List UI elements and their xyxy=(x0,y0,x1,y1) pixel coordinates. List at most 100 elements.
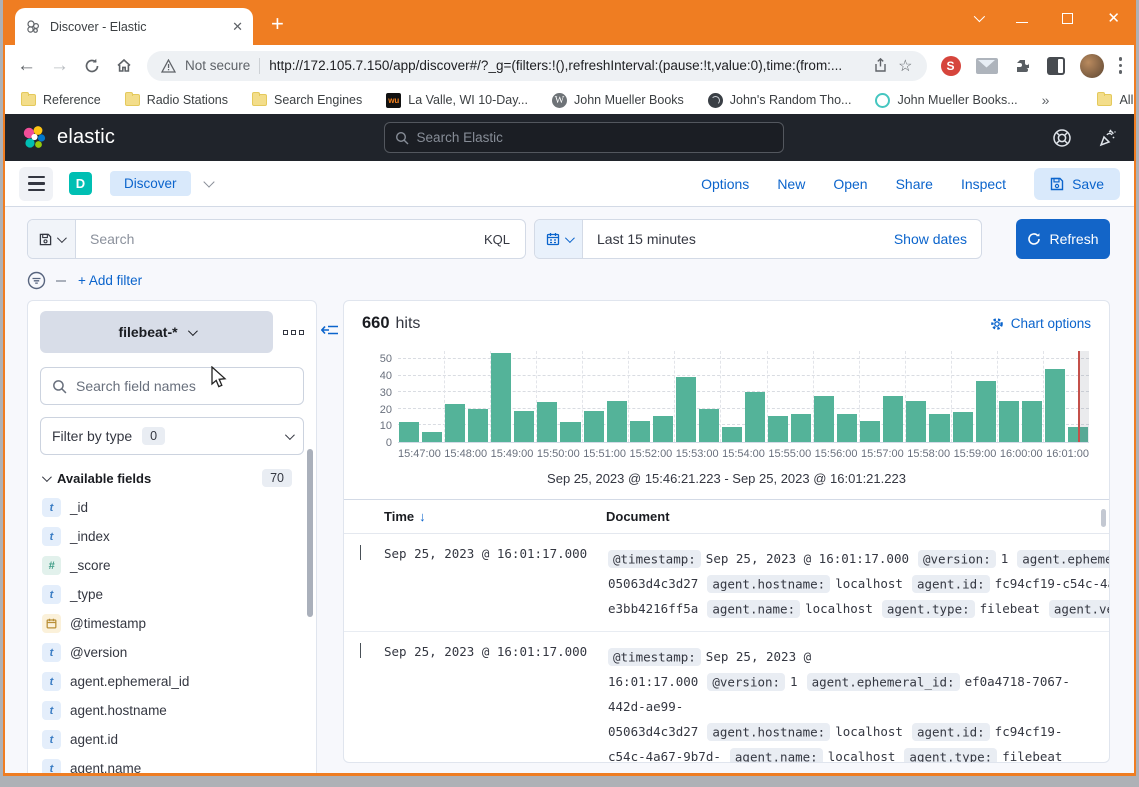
histogram-bar[interactable] xyxy=(999,401,1019,442)
histogram-bar[interactable] xyxy=(906,401,926,442)
field-name-pill[interactable]: agent.hostname: xyxy=(707,575,830,593)
histogram-bar[interactable] xyxy=(791,414,811,442)
query-language-button[interactable]: KQL xyxy=(469,232,525,247)
field-name-pill[interactable]: agent.hostname: xyxy=(707,723,830,741)
forward-button[interactable]: → xyxy=(50,56,69,75)
reload-button[interactable] xyxy=(83,57,101,75)
field-name-pill[interactable]: @version: xyxy=(707,673,785,691)
histogram-bar[interactable] xyxy=(1045,369,1065,442)
field-name-pill[interactable]: agent.id: xyxy=(912,575,990,593)
extension-mail-icon[interactable] xyxy=(976,58,998,74)
field-list-item[interactable]: t@version xyxy=(40,638,304,667)
bookmark-item[interactable]: Radio Stations xyxy=(125,93,228,107)
histogram-bar[interactable] xyxy=(537,402,557,442)
histogram-bar[interactable] xyxy=(768,416,788,442)
field-name-pill[interactable]: @timestamp: xyxy=(608,648,701,666)
available-fields-header[interactable]: Available fields 70 xyxy=(40,455,304,493)
field-name-pill[interactable]: @timestamp: xyxy=(608,550,701,568)
breadcrumb-chevron-icon[interactable] xyxy=(203,176,214,187)
histogram-chart[interactable]: 01020304050 xyxy=(360,351,1091,443)
filter-menu-icon[interactable] xyxy=(27,271,46,290)
histogram-bar[interactable] xyxy=(929,414,949,442)
window-menu-chevron-icon[interactable] xyxy=(974,11,985,22)
search-input[interactable]: Search xyxy=(76,231,469,247)
home-button[interactable] xyxy=(115,57,133,75)
show-dates-button[interactable]: Show dates xyxy=(880,231,981,247)
field-list-item[interactable]: tagent.id xyxy=(40,725,304,754)
histogram-bar[interactable] xyxy=(722,427,742,442)
share-link[interactable]: Share xyxy=(896,176,933,192)
options-link[interactable]: Options xyxy=(701,176,749,192)
time-column-header[interactable]: Time xyxy=(384,509,414,524)
bookmark-item[interactable]: John's Random Tho... xyxy=(708,93,852,108)
extensions-puzzle-icon[interactable] xyxy=(1013,56,1032,75)
histogram-bar[interactable] xyxy=(560,422,580,442)
field-list-item[interactable]: tagent.name xyxy=(40,754,304,773)
histogram-bar[interactable] xyxy=(1022,401,1042,442)
histogram-bar[interactable] xyxy=(445,404,465,442)
new-link[interactable]: New xyxy=(777,176,805,192)
menu-hamburger-icon[interactable] xyxy=(19,167,53,201)
field-list-item[interactable]: tagent.hostname xyxy=(40,696,304,725)
field-list-item[interactable]: t_type xyxy=(40,580,304,609)
minimize-button[interactable] xyxy=(1016,22,1028,23)
field-list-item[interactable]: t_index xyxy=(40,522,304,551)
saved-query-menu-button[interactable] xyxy=(28,220,76,258)
field-name-pill[interactable]: agent.name: xyxy=(730,748,823,763)
field-name-pill[interactable]: agent.id: xyxy=(912,723,990,741)
url-bar[interactable]: Not secure http://172.105.7.150/app/disc… xyxy=(147,51,927,81)
bookmark-item[interactable]: WJohn Mueller Books xyxy=(552,93,684,108)
bookmark-star-icon[interactable]: ☆ xyxy=(898,56,912,76)
histogram-bar[interactable] xyxy=(584,411,604,442)
date-quick-menu-button[interactable] xyxy=(535,220,583,258)
tab-close-icon[interactable]: ✕ xyxy=(232,19,243,35)
histogram-bar[interactable] xyxy=(422,432,442,442)
histogram-bar[interactable] xyxy=(399,422,419,442)
field-name-pill[interactable]: agent.name: xyxy=(707,600,800,618)
breadcrumb[interactable]: Discover xyxy=(110,171,191,196)
field-list-item[interactable]: #_score xyxy=(40,551,304,580)
browser-tab[interactable]: Discover - Elastic ✕ xyxy=(15,8,253,45)
histogram-bar[interactable] xyxy=(976,381,996,442)
profile-avatar[interactable] xyxy=(1080,54,1104,78)
side-panel-icon[interactable] xyxy=(1047,57,1065,75)
filter-by-type-select[interactable]: Filter by type 0 xyxy=(40,417,304,455)
histogram-bar[interactable] xyxy=(630,421,650,443)
field-list-item[interactable]: tagent.ephemeral_id xyxy=(40,667,304,696)
add-filter-button[interactable]: + Add filter xyxy=(78,273,142,288)
collapse-sidebar-icon[interactable] xyxy=(321,323,339,337)
histogram-bar[interactable] xyxy=(699,409,719,442)
browser-menu-icon[interactable] xyxy=(1119,57,1123,74)
open-link[interactable]: Open xyxy=(833,176,867,192)
histogram-bar[interactable] xyxy=(607,401,627,442)
save-button[interactable]: Save xyxy=(1034,168,1120,200)
histogram-bar[interactable] xyxy=(676,377,696,442)
histogram-bar[interactable] xyxy=(745,392,765,442)
sort-descending-icon[interactable]: ↓ xyxy=(419,509,426,524)
field-options-icon[interactable] xyxy=(283,330,304,335)
index-pattern-select[interactable]: filebeat-* xyxy=(40,311,273,353)
sidebar-scrollbar[interactable] xyxy=(307,449,313,617)
time-range-value[interactable]: Last 15 minutes xyxy=(583,231,880,247)
bookmarks-overflow-chevron[interactable]: » xyxy=(1042,92,1050,108)
inspect-link[interactable]: Inspect xyxy=(961,176,1006,192)
field-name-pill[interactable]: agent.version: xyxy=(1049,600,1109,618)
field-search-input[interactable]: Search field names xyxy=(40,367,304,405)
document-column-header[interactable]: Document xyxy=(606,509,670,524)
elastic-logo[interactable]: elastic xyxy=(21,124,115,151)
expand-row-icon[interactable] xyxy=(360,644,376,762)
extension-s-icon[interactable]: S xyxy=(941,56,961,76)
chart-options-button[interactable]: Chart options xyxy=(990,316,1091,331)
field-name-pill[interactable]: agent.ephemeral_id: xyxy=(1017,550,1109,568)
share-icon[interactable] xyxy=(872,57,889,74)
field-name-pill[interactable]: agent.type: xyxy=(882,600,975,618)
elastic-search-input[interactable]: Search Elastic xyxy=(384,122,784,153)
maximize-button[interactable] xyxy=(1062,13,1073,24)
help-icon[interactable] xyxy=(1052,128,1072,148)
window-close-button[interactable]: ✕ xyxy=(1107,11,1120,26)
histogram-bar[interactable] xyxy=(814,396,834,442)
histogram-bar[interactable] xyxy=(514,411,534,442)
newsfeed-icon[interactable] xyxy=(1098,128,1118,148)
histogram-bar[interactable] xyxy=(860,421,880,443)
refresh-button[interactable]: Refresh xyxy=(1016,219,1110,259)
